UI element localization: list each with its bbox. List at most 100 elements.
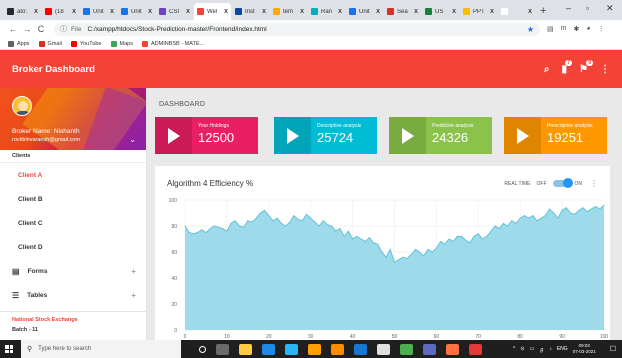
realtime-toggle[interactable]	[552, 178, 573, 188]
tab-close-icon[interactable]: x	[224, 8, 228, 15]
tray-icon[interactable]: ⊙	[520, 346, 524, 353]
data-point	[264, 209, 266, 211]
bookmark-item[interactable]: YouTube	[70, 40, 102, 47]
browser-tab[interactable]: PPT x	[460, 3, 497, 20]
bookmark-item[interactable]: Gmail	[38, 40, 62, 47]
tab-close-icon[interactable]: x	[110, 8, 114, 15]
browser-extension-icon[interactable]: ▤	[547, 25, 554, 33]
info-icon[interactable]: ⓘ	[60, 24, 67, 34]
info-card[interactable]: Prescriptive analysis 19251	[504, 117, 607, 154]
tab-close-icon[interactable]: x	[376, 8, 380, 15]
browser-tab[interactable]: Unit x	[346, 3, 383, 20]
tab-close-icon[interactable]: x	[34, 8, 38, 15]
tab-close-icon[interactable]: x	[414, 8, 418, 15]
chevron-down-icon[interactable]: ⌄	[129, 135, 136, 144]
browser-tab[interactable]: Sea x	[384, 3, 421, 20]
taskbar-app-icon[interactable]	[331, 343, 344, 355]
tab-close-icon[interactable]: x	[452, 8, 456, 15]
more-vert-icon[interactable]: ⋮	[600, 64, 610, 75]
tab-favicon-icon	[45, 8, 52, 15]
window-close-button[interactable]: ✕	[606, 3, 614, 14]
tasks-flag-icon[interactable]: ⚑ 9	[579, 59, 593, 75]
tab-close-icon[interactable]: x	[300, 8, 304, 15]
search-icon: ⚲	[27, 346, 33, 353]
taskbar-app-icon[interactable]	[262, 343, 275, 355]
expand-plus-icon[interactable]: +	[131, 267, 136, 276]
url-input[interactable]: ⓘ File C:/xampp/htdocs/Stock-Prediction-…	[54, 22, 540, 36]
sidebar-item-client[interactable]: Client B	[0, 187, 146, 211]
notification-center-icon[interactable]: ☐	[610, 345, 616, 353]
reload-icon[interactable]: C	[34, 24, 48, 34]
tray-icon[interactable]: ^	[513, 346, 515, 353]
tray-icon[interactable]: ℊ	[539, 346, 544, 353]
search-icon[interactable]: ⌕	[544, 64, 550, 75]
browser-extension-icon[interactable]: ⋮	[598, 25, 605, 33]
tab-close-icon[interactable]: x	[186, 8, 190, 15]
sidebar-item-tables[interactable]: ☰ Tables +	[0, 283, 146, 307]
chart-more-icon[interactable]: ⋮	[590, 179, 598, 188]
info-card[interactable]: Your Holdings 12500	[155, 117, 258, 154]
window-minimize-button[interactable]: –	[566, 3, 571, 13]
tab-close-icon[interactable]: x	[148, 8, 152, 15]
tab-close-icon[interactable]: x	[72, 8, 76, 15]
browser-tab[interactable]: ato: x	[4, 3, 41, 20]
browser-extension-icon[interactable]: ✱	[573, 25, 579, 33]
taskbar-search-input[interactable]: ⚲ Type here to search	[21, 340, 181, 358]
bookmark-item[interactable]: Maps	[110, 40, 133, 47]
back-icon[interactable]: ←	[6, 24, 20, 34]
data-point	[444, 243, 446, 245]
tab-close-icon[interactable]: x	[262, 8, 266, 15]
browser-tab[interactable]: CSI x	[156, 3, 193, 20]
taskbar-app-icon[interactable]	[239, 343, 252, 355]
tab-close-icon[interactable]: x	[490, 8, 494, 15]
browser-tab[interactable]: x	[498, 3, 535, 20]
tab-close-icon[interactable]: x	[338, 8, 342, 15]
url-text[interactable]: C:/xampp/htdocs/Stock-Prediction-master/…	[87, 26, 266, 33]
taskbar-app-icon[interactable]	[354, 343, 367, 355]
taskbar-app-icon[interactable]	[216, 343, 229, 355]
taskbar-app-icon[interactable]	[423, 343, 436, 355]
data-point	[570, 212, 571, 214]
tray-icon[interactable]: ENG	[557, 346, 568, 353]
windows-start-icon[interactable]	[0, 340, 18, 358]
data-point	[360, 238, 362, 240]
browser-tab[interactable]: Wel x	[194, 3, 231, 20]
browser-tab[interactable]: tem x	[270, 3, 307, 20]
new-tab-button[interactable]: +	[540, 5, 546, 17]
forward-icon[interactable]: →	[20, 24, 34, 34]
taskbar-app-icon[interactable]	[285, 343, 298, 355]
browser-extension-icon[interactable]: m	[561, 25, 567, 33]
taskbar-app-icon[interactable]	[469, 343, 482, 355]
sidebar-item-forms[interactable]: ▤ Forms +	[0, 259, 146, 283]
notifications-icon[interactable]: ▮ 7	[562, 59, 573, 75]
window-maximize-button[interactable]: ▫	[586, 3, 589, 13]
bookmark-label: ADMINBSB - MATE...	[151, 40, 205, 47]
bookmark-item[interactable]: Apps	[8, 40, 30, 47]
taskbar-app-icon[interactable]	[446, 343, 459, 355]
tray-icon[interactable]: ▭	[530, 346, 535, 353]
taskbar-app-icon[interactable]	[377, 343, 390, 355]
bookmark-item[interactable]: ADMINBSB - MATE...	[142, 40, 205, 47]
browser-tab[interactable]: Inst x	[232, 3, 269, 20]
taskbar-app-icon[interactable]	[400, 343, 413, 355]
info-card[interactable]: Descriptive analysis 25724	[274, 117, 377, 154]
taskbar-app-icon[interactable]	[308, 343, 321, 355]
clock[interactable]: 09:03 07-03-2021	[573, 343, 596, 355]
browser-tab[interactable]: US x	[422, 3, 459, 20]
tab-close-icon[interactable]: x	[528, 8, 532, 15]
browser-extension-icon[interactable]: ◕	[586, 25, 590, 33]
info-card[interactable]: Predictive analysis 24326	[389, 117, 492, 154]
browser-tab[interactable]: Unit x	[80, 3, 117, 20]
taskbar-app-icon[interactable]	[199, 345, 206, 353]
sidebar-item-client[interactable]: Client D	[0, 235, 146, 259]
sidebar-item-client[interactable]: Client C	[0, 211, 146, 235]
browser-tab[interactable]: (18 x	[42, 3, 79, 20]
expand-plus-icon[interactable]: +	[131, 291, 136, 300]
browser-tab[interactable]: Ran x	[308, 3, 345, 20]
bookmark-star-icon[interactable]: ★	[527, 25, 534, 34]
tab-title: Inst	[245, 8, 255, 15]
browser-tab[interactable]: Unit x	[118, 3, 155, 20]
tray-icon[interactable]: ♪	[549, 346, 552, 353]
info-card-value: 19251	[547, 130, 584, 145]
sidebar-item-client[interactable]: Client A	[0, 163, 146, 187]
